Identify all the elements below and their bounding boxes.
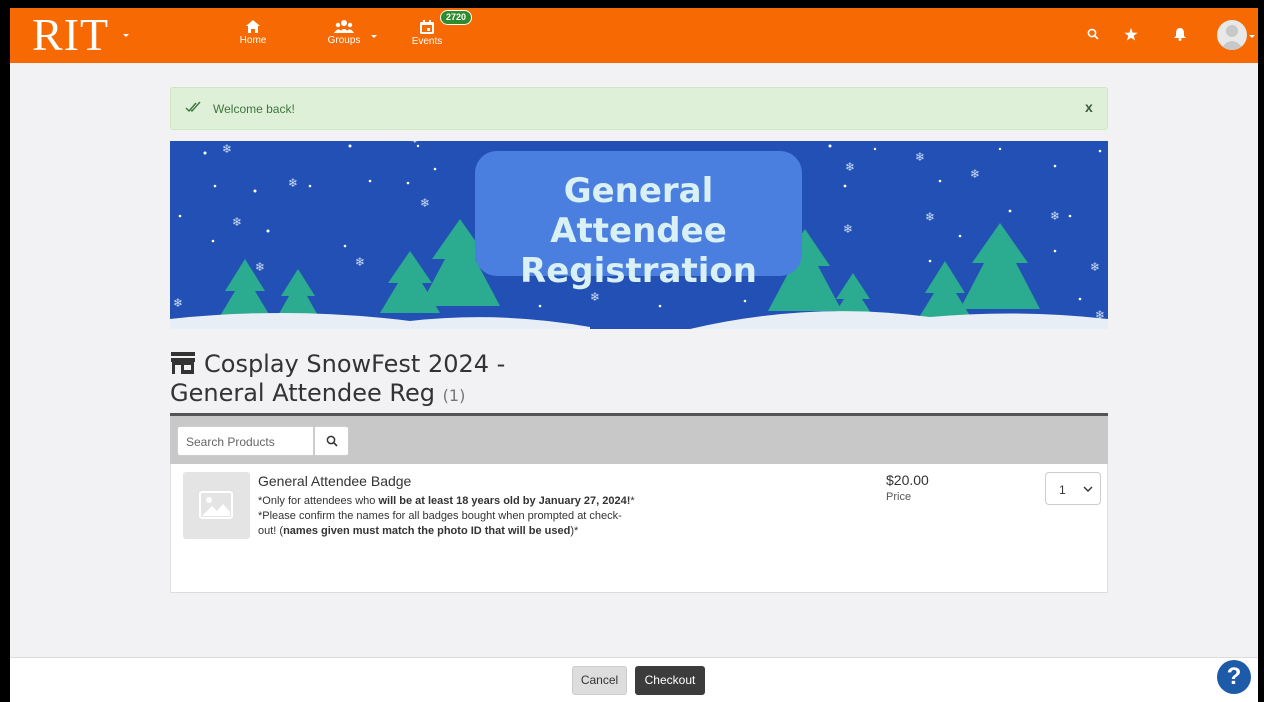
desc1-text: *Only for attendees who — [258, 495, 379, 507]
groups-icon — [334, 20, 354, 33]
desc2-post: )* — [570, 525, 579, 537]
nav-events-label: Events — [411, 36, 443, 47]
svg-text:❄: ❄ — [355, 255, 365, 269]
svg-text:❄: ❄ — [255, 260, 265, 274]
svg-text:❄: ❄ — [590, 290, 600, 304]
chevron-down-icon — [1083, 486, 1093, 492]
alert-close-button[interactable]: x — [1085, 99, 1093, 115]
banner-title-line-1: General Attendee — [550, 171, 727, 251]
product-count: (1) — [442, 386, 466, 405]
nav-groups-label: Groups — [327, 35, 361, 46]
rit-logo[interactable]: RIT — [32, 10, 109, 60]
svg-text:❄: ❄ — [915, 150, 925, 164]
svg-text:❄: ❄ — [410, 141, 420, 146]
double-check-icon — [185, 101, 201, 113]
cancel-button[interactable]: Cancel — [572, 666, 627, 695]
bell-icon[interactable] — [1174, 28, 1186, 41]
svg-text:❄: ❄ — [1050, 209, 1060, 223]
banner-title: General Attendee Registration — [475, 151, 802, 291]
product-image-placeholder — [183, 472, 250, 539]
footer-action-bar: Cancel Checkout ? — [10, 657, 1258, 702]
events-count-badge: 2720 — [440, 10, 473, 25]
search-products-input[interactable]: Search Products — [177, 426, 314, 456]
desc1-post: * — [630, 495, 635, 507]
store-title-line-1: Cosplay SnowFest 2024 - — [204, 350, 506, 378]
product-price: $20.00 — [886, 472, 929, 488]
star-icon[interactable] — [1124, 28, 1138, 41]
nav-groups[interactable]: Groups — [324, 20, 364, 46]
welcome-alert: Welcome back! x — [170, 87, 1108, 130]
product-search-bar: Search Products — [170, 416, 1108, 464]
svg-text:❄: ❄ — [843, 222, 853, 236]
svg-text:❄: ❄ — [288, 176, 298, 190]
desc2-bold: names given must match the photo ID that… — [283, 525, 571, 537]
product-description-line-2: *Please confirm the names for all badges… — [258, 509, 638, 539]
image-icon — [199, 491, 233, 519]
product-name: General Attendee Badge — [258, 473, 412, 489]
search-icon — [326, 435, 338, 447]
product-card: General Attendee Badge *Only for attende… — [170, 464, 1108, 593]
desc1-bold: will be at least 18 years old by January… — [378, 495, 631, 507]
groups-caret-icon[interactable] — [371, 35, 377, 38]
home-icon — [246, 20, 260, 33]
store-title-line-2: General Attendee Reg — [170, 379, 435, 407]
quantity-value: 1 — [1059, 483, 1066, 497]
product-description-line-1: *Only for attendees who will be at least… — [258, 494, 638, 509]
nav-home-label: Home — [239, 35, 267, 46]
help-button[interactable]: ? — [1217, 660, 1251, 694]
svg-text:❄: ❄ — [1090, 260, 1100, 274]
avatar[interactable] — [1217, 20, 1247, 50]
product-price-label: Price — [886, 491, 912, 503]
quantity-select[interactable]: 1 — [1045, 472, 1101, 505]
event-banner: ❄❄❄❄❄❄❄❄❄❄❄❄❄❄❄❄❄ General Attendee Regis… — [170, 141, 1108, 329]
svg-text:❄: ❄ — [925, 210, 935, 224]
checkout-button[interactable]: Checkout — [635, 666, 705, 695]
search-icon[interactable] — [1087, 28, 1099, 40]
app-frame: RIT Home Groups Events 2720 Welcome back… — [10, 8, 1258, 702]
page-title: Cosplay SnowFest 2024 - General Attendee… — [170, 350, 505, 410]
banner-title-line-2: Registration — [520, 251, 757, 291]
svg-text:❄: ❄ — [222, 142, 232, 156]
svg-text:❄: ❄ — [845, 160, 855, 174]
search-products-button[interactable] — [314, 426, 349, 456]
svg-text:❄: ❄ — [420, 196, 430, 210]
user-icon — [1220, 25, 1244, 50]
avatar-caret-icon[interactable] — [1249, 35, 1255, 38]
alert-message: Welcome back! — [213, 102, 295, 116]
logo-caret-icon[interactable] — [123, 34, 129, 37]
top-navbar: RIT Home Groups Events 2720 — [10, 8, 1258, 63]
product-description: *Only for attendees who will be at least… — [258, 494, 638, 539]
svg-text:❄: ❄ — [970, 167, 980, 181]
nav-home[interactable]: Home — [236, 20, 270, 46]
calendar-icon — [420, 20, 434, 34]
svg-text:❄: ❄ — [232, 215, 242, 229]
nav-events[interactable]: Events — [410, 20, 444, 47]
svg-text:❄: ❄ — [173, 296, 183, 310]
